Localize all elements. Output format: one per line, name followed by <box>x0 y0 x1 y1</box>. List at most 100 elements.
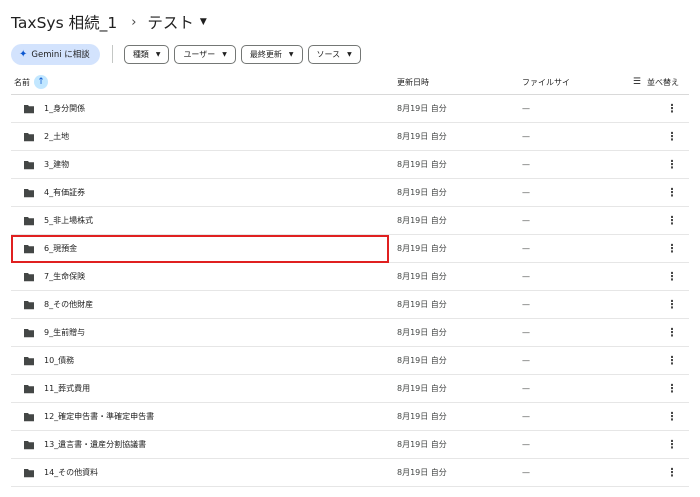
more-vert-icon[interactable]: ⋮ <box>667 375 678 402</box>
row-name: 4_有価証券 <box>44 188 86 197</box>
caret-down-icon: ▼ <box>222 50 227 58</box>
table-row[interactable]: 3_建物 8月19日 自分 — ⋮ <box>11 151 689 179</box>
more-vert-icon[interactable]: ⋮ <box>667 151 678 178</box>
row-modified: 8月19日 自分 <box>397 188 447 197</box>
row-size: — <box>522 300 530 309</box>
row-modified: 8月19日 自分 <box>397 160 447 169</box>
row-modified: 8月19日 自分 <box>397 244 447 253</box>
row-name: 1_身分関係 <box>44 104 86 113</box>
row-modified: 8月19日 自分 <box>397 384 447 393</box>
more-vert-icon[interactable]: ⋮ <box>667 207 678 234</box>
table-row[interactable]: 10_債務 8月19日 自分 — ⋮ <box>11 347 689 375</box>
row-modified: 8月19日 自分 <box>397 300 447 309</box>
row-modified: 8月19日 自分 <box>397 412 447 421</box>
table-row[interactable]: 13_遺言書・遺産分割協議書 8月19日 自分 — ⋮ <box>11 431 689 459</box>
folder-icon <box>24 385 34 394</box>
caret-down-icon: ▼ <box>155 50 161 58</box>
row-size: — <box>522 216 530 225</box>
folder-icon <box>24 105 34 114</box>
folder-icon <box>24 301 34 310</box>
row-name: 14_その他資料 <box>44 468 99 477</box>
table-row[interactable]: 6_現預金 8月19日 自分 — ⋮ <box>11 235 689 263</box>
table-row[interactable]: 8_その他財産 8月19日 自分 — ⋮ <box>11 291 689 319</box>
row-modified: 8月19日 自分 <box>397 328 447 337</box>
row-size: — <box>522 412 530 421</box>
table-row[interactable]: 5_非上場株式 8月19日 自分 — ⋮ <box>11 207 689 235</box>
row-size: — <box>522 188 530 197</box>
table-row[interactable]: 2_土地 8月19日 自分 — ⋮ <box>11 123 689 151</box>
more-vert-icon[interactable]: ⋮ <box>667 319 678 346</box>
filter-chip-label: 最終更新 <box>249 49 282 59</box>
column-header-size[interactable]: ファイルサイ <box>522 70 570 94</box>
sparkle-icon: ✦ <box>19 48 28 60</box>
table-row[interactable]: 4_有価証券 8月19日 自分 — ⋮ <box>11 179 689 207</box>
row-name: 9_生前贈与 <box>44 328 86 337</box>
filter-chip-modified[interactable]: 最終更新 ▼ <box>240 44 303 64</box>
table-row[interactable]: 9_生前贈与 8月19日 自分 — ⋮ <box>11 319 689 347</box>
folder-icon <box>24 273 34 282</box>
column-header-modified[interactable]: 更新日時 <box>397 70 429 94</box>
more-vert-icon[interactable]: ⋮ <box>667 403 678 430</box>
table-row[interactable]: 12_確定申告書・準確定申告書 8月19日 自分 — ⋮ <box>11 403 689 431</box>
filter-chip-user[interactable]: ユーザー ▼ <box>174 44 236 64</box>
breadcrumb-root[interactable]: TaxSys 相続_1 <box>11 11 117 33</box>
row-size: — <box>522 440 530 449</box>
sort-button[interactable]: ☰ 並べ替え <box>633 70 679 94</box>
more-vert-icon[interactable]: ⋮ <box>667 179 678 206</box>
column-header-name-label: 名前 <box>14 77 30 87</box>
folder-icon <box>24 357 34 366</box>
file-list-header: 名前 ↑ 更新日時 ファイルサイ ☰ 並べ替え <box>11 70 689 95</box>
column-header-size-label: ファイルサイ <box>522 77 570 87</box>
filter-chip-label: 種類 <box>132 49 149 59</box>
filter-chip-label: ソース <box>316 49 341 59</box>
row-name: 3_建物 <box>44 160 70 169</box>
row-name: 8_その他財産 <box>44 300 94 309</box>
row-size: — <box>522 468 530 477</box>
sort-lines-icon: ☰ <box>632 77 641 87</box>
row-name: 11_葬式費用 <box>44 384 91 393</box>
caret-down-icon: ▼ <box>199 17 207 27</box>
column-header-name[interactable]: 名前 ↑ <box>14 70 48 94</box>
arrow-up-icon[interactable]: ↑ <box>34 75 48 89</box>
row-size: — <box>522 384 530 393</box>
more-vert-icon[interactable]: ⋮ <box>667 431 678 458</box>
more-vert-icon[interactable]: ⋮ <box>667 291 678 318</box>
more-vert-icon[interactable]: ⋮ <box>667 347 678 374</box>
row-name: 2_土地 <box>44 132 70 141</box>
table-row[interactable]: 11_葬式費用 8月19日 自分 — ⋮ <box>11 375 689 403</box>
filter-chip-source[interactable]: ソース ▼ <box>307 44 361 64</box>
folder-icon <box>24 469 34 478</box>
row-size: — <box>522 356 530 365</box>
row-name: 13_遺言書・遺産分割協議書 <box>44 440 147 449</box>
row-name: 7_生命保険 <box>44 272 86 281</box>
row-modified: 8月19日 自分 <box>397 440 447 449</box>
table-row[interactable]: 14_その他資料 8月19日 自分 — ⋮ <box>11 459 689 487</box>
table-row[interactable]: 7_生命保険 8月19日 自分 — ⋮ <box>11 263 689 291</box>
file-list: 1_身分関係 8月19日 自分 — ⋮ 2_土地 8月19日 自分 — ⋮ 3_建物 8月19… <box>11 95 689 487</box>
row-modified: 8月19日 自分 <box>397 132 447 141</box>
table-row[interactable]: 1_身分関係 8月19日 自分 — ⋮ <box>11 95 689 123</box>
gemini-button[interactable]: ✦ Gemini に相談 <box>11 43 100 65</box>
breadcrumb-current-folder[interactable]: テスト ▼ <box>147 11 206 33</box>
gemini-button-label: Gemini に相談 <box>31 50 90 60</box>
more-vert-icon[interactable]: ⋮ <box>667 263 678 290</box>
row-name: 6_現預金 <box>44 244 78 253</box>
folder-icon <box>24 161 34 170</box>
filter-chip-label: ユーザー <box>183 49 216 59</box>
folder-icon <box>24 217 34 226</box>
more-vert-icon[interactable]: ⋮ <box>667 123 678 150</box>
breadcrumb-current-label: テスト <box>147 14 194 32</box>
caret-down-icon: ▼ <box>288 50 294 58</box>
more-vert-icon[interactable]: ⋮ <box>667 95 678 122</box>
filter-chip-type[interactable]: 種類 ▼ <box>123 44 170 64</box>
column-header-modified-label: 更新日時 <box>397 77 429 87</box>
folder-icon <box>24 189 34 198</box>
row-modified: 8月19日 自分 <box>397 272 447 281</box>
more-vert-icon[interactable]: ⋮ <box>667 459 678 486</box>
row-size: — <box>522 272 530 281</box>
row-size: — <box>522 132 530 141</box>
folder-icon <box>24 245 34 254</box>
sort-button-label: 並べ替え <box>647 77 679 87</box>
folder-icon <box>24 441 34 450</box>
more-vert-icon[interactable]: ⋮ <box>667 235 678 262</box>
